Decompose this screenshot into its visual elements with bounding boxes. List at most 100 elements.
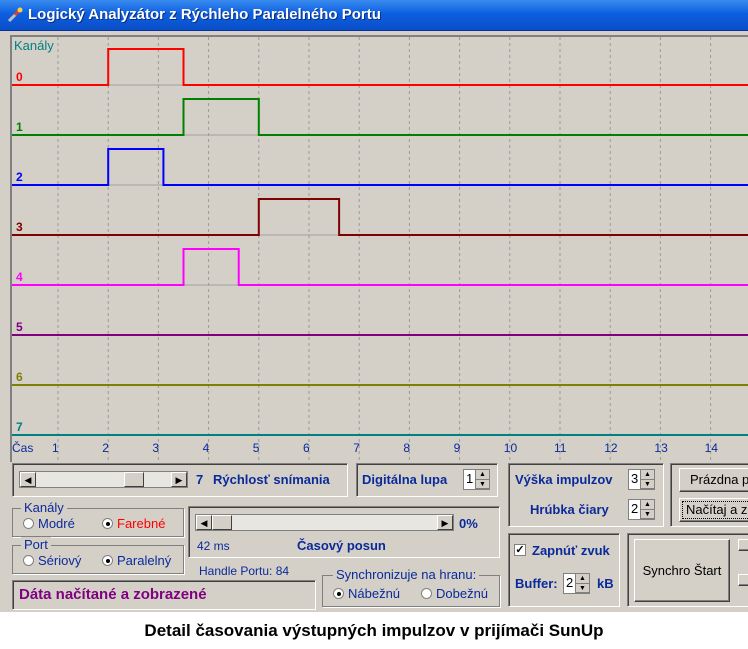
app-window: Logický Analyzátor z Rýchleho Paralelnéh…: [0, 0, 748, 612]
up-arrow-icon[interactable]: ▲: [476, 470, 489, 480]
line-width-updown[interactable]: ▲ ▼: [640, 500, 654, 519]
buffer-updown[interactable]: ▲ ▼: [575, 574, 589, 593]
time-shift-panel: ◀ ▶ 0% 42 ms Časový posun: [188, 506, 500, 558]
serial-radio-label[interactable]: Sériový: [38, 553, 81, 568]
time-tick-label: 8: [403, 441, 411, 455]
synchro-panel: Synchro Štart: [627, 533, 748, 607]
line-width-label: Hrúbka čiary: [530, 502, 609, 517]
channel-label: 0: [16, 70, 23, 84]
small-button-bottom[interactable]: [738, 574, 748, 586]
zoom-value: 1: [466, 471, 474, 486]
channel-label: 4: [16, 270, 23, 284]
channel-3-signal: [12, 198, 748, 236]
time-tick-label: 1: [52, 441, 59, 455]
speed-slider[interactable]: ◀ ▶: [19, 471, 188, 488]
title-bar[interactable]: Logický Analyzátor z Rýchleho Paralelnéh…: [0, 0, 748, 31]
channel-label: 2: [16, 170, 23, 184]
time-tick-label: 4: [202, 441, 210, 455]
speed-value: 7: [196, 472, 204, 487]
rising-edge-label[interactable]: Nábežnú: [348, 586, 400, 601]
time-tick-label: 10: [503, 441, 518, 455]
rising-edge-radio[interactable]: [333, 588, 344, 599]
parallel-radio-label[interactable]: Paralelný: [117, 553, 171, 568]
time-shift-slider-thumb[interactable]: [212, 515, 232, 530]
sync-group: Synchronizuje na hranu: Nábežnú Dobežnú: [322, 567, 500, 607]
buffer-label: Buffer:: [515, 576, 558, 591]
time-shift-right-arrow-icon[interactable]: ▶: [437, 515, 453, 530]
buffer-value: 2: [566, 575, 574, 590]
port-group-title: Port: [21, 537, 51, 552]
port-group: Port Sériový Paralelný: [12, 537, 184, 574]
time-axis-label: Čas: [12, 441, 34, 455]
speed-label: Rýchlosť snímania: [213, 472, 330, 487]
line-width-spinner[interactable]: 2 ▲ ▼: [628, 499, 655, 520]
parallel-radio[interactable]: [102, 555, 113, 566]
pulse-settings-panel: Výška impulzov 3 ▲ ▼ Hrúbka čiary 2 ▲ ▼: [508, 463, 664, 527]
pulse-height-updown[interactable]: ▲ ▼: [640, 470, 654, 489]
window-title: Logický Analyzátor z Rýchleho Paralelnéh…: [28, 6, 381, 23]
pulse-height-spinner[interactable]: 3 ▲ ▼: [628, 469, 655, 490]
sound-checkbox[interactable]: ✓: [514, 544, 526, 556]
down-arrow-icon[interactable]: ▼: [641, 510, 654, 519]
figure-caption: Detail časovania výstupných impulzov v p…: [144, 621, 604, 640]
zoom-updown[interactable]: ▲ ▼: [475, 470, 489, 489]
channel-label: 5: [16, 320, 23, 334]
serial-radio[interactable]: [23, 555, 34, 566]
channel-label: 6: [16, 370, 23, 384]
time-tick-label: 3: [152, 441, 160, 455]
up-arrow-icon[interactable]: ▲: [641, 500, 654, 510]
zoom-spinner[interactable]: 1 ▲ ▼: [463, 469, 490, 490]
blue-radio[interactable]: [23, 518, 34, 529]
time-shift-slider[interactable]: ◀ ▶: [195, 514, 454, 531]
buffer-spinner[interactable]: 2 ▲ ▼: [563, 573, 590, 594]
waveform-canvas: 0 1 2 3 4 5 6 7: [12, 37, 748, 462]
colored-radio-label[interactable]: Farebné: [117, 516, 165, 531]
zoom-panel: Digitálna lupa 1 ▲ ▼: [356, 463, 498, 497]
synchro-start-button[interactable]: Synchro Štart: [634, 539, 730, 602]
time-tick-label: 6: [303, 441, 310, 455]
down-arrow-icon[interactable]: ▼: [576, 584, 589, 593]
up-arrow-icon[interactable]: ▲: [641, 470, 654, 480]
down-arrow-icon[interactable]: ▼: [641, 480, 654, 489]
up-arrow-icon[interactable]: ▲: [576, 574, 589, 584]
falling-edge-label[interactable]: Dobežnú: [436, 586, 488, 601]
time-tick-label: 2: [102, 441, 109, 455]
speed-right-arrow-icon[interactable]: ▶: [171, 472, 187, 487]
speed-panel: ◀ ▶ 7 Rýchlosť snímania: [12, 463, 348, 497]
channel-1-signal: [12, 98, 748, 136]
pulse-height-label: Výška impulzov: [515, 472, 613, 487]
time-tick-label: 13: [654, 441, 668, 455]
time-shift-ms: 42 ms: [197, 539, 230, 553]
app-icon: [7, 7, 23, 23]
channels-group-title: Kanály: [21, 500, 67, 515]
channel-2-signal: [12, 148, 748, 186]
status-panel: Dáta načítané a zobrazené: [12, 580, 316, 610]
empty-button[interactable]: Prázdna p: [679, 468, 748, 492]
channel-0-signal: [12, 48, 748, 86]
time-tick-label: 11: [554, 441, 567, 455]
speed-slider-thumb[interactable]: [123, 472, 144, 487]
zoom-label: Digitálna lupa: [362, 472, 448, 487]
down-arrow-icon[interactable]: ▼: [476, 480, 489, 489]
sound-panel: ✓ Zapnúť zvuk Buffer: 2 ▲ ▼ kB: [508, 533, 620, 607]
buffer-unit: kB: [597, 576, 614, 591]
channel-label: 3: [16, 220, 23, 234]
sync-group-title: Synchronizuje na hranu:: [333, 567, 480, 582]
time-shift-label: Časový posun: [297, 538, 386, 553]
time-axis: Čas 1 2 3 4 5 6 7 8 9 10 11 12 13 14: [10, 440, 748, 458]
speed-left-arrow-icon[interactable]: ◀: [20, 472, 36, 487]
time-shift-left-arrow-icon[interactable]: ◀: [196, 515, 212, 530]
channels-group: Kanály Modré Farebné: [12, 500, 184, 537]
sound-label[interactable]: Zapnúť zvuk: [532, 543, 610, 558]
signal-plot: 01234567 Kanály: [10, 35, 748, 462]
colored-radio[interactable]: [102, 518, 113, 529]
time-tick-label: 5: [252, 441, 260, 455]
line-width-value: 2: [631, 501, 639, 516]
load-button[interactable]: Načítaj a z: [679, 498, 748, 522]
small-button-top[interactable]: [738, 539, 748, 551]
time-tick-label: 7: [353, 441, 360, 455]
falling-edge-radio[interactable]: [421, 588, 432, 599]
blue-radio-label[interactable]: Modré: [38, 516, 75, 531]
pulse-height-value: 3: [631, 471, 639, 486]
time-tick-label: 14: [704, 441, 718, 455]
